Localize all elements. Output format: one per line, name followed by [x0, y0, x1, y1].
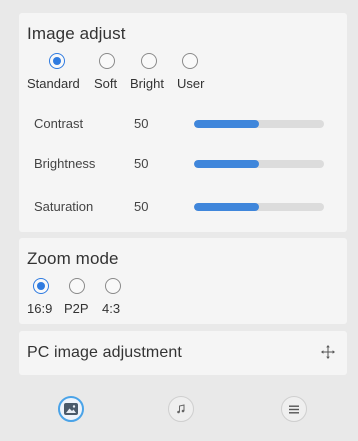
- preset-bright-label[interactable]: Bright: [130, 76, 164, 91]
- brightness-label: Brightness: [34, 156, 96, 171]
- preset-bright-radio[interactable]: [141, 53, 157, 69]
- zoom-p2p-radio[interactable]: [69, 278, 85, 294]
- preset-user-radio[interactable]: [182, 53, 198, 69]
- pc-image-adjustment-row[interactable]: PC image adjustment: [19, 331, 347, 375]
- preset-soft-label[interactable]: Soft: [94, 76, 117, 91]
- preset-soft-radio[interactable]: [99, 53, 115, 69]
- tab-audio[interactable]: [168, 396, 194, 422]
- saturation-row: Saturation 50: [19, 199, 347, 219]
- saturation-slider-fill: [194, 203, 259, 211]
- preset-standard-label[interactable]: Standard: [27, 76, 80, 91]
- brightness-slider-fill: [194, 160, 259, 168]
- preset-standard-radio[interactable]: [49, 53, 65, 69]
- zoom-option-group: 16:9 P2P 4:3: [19, 238, 347, 318]
- bottom-tab-bar: [0, 388, 358, 441]
- zoom-16-9-radio[interactable]: [33, 278, 49, 294]
- zoom-4-3-radio[interactable]: [105, 278, 121, 294]
- zoom-p2p-label[interactable]: P2P: [64, 301, 89, 316]
- brightness-value: 50: [134, 156, 149, 171]
- image-adjust-panel: Image adjust Standard Soft Bright User C…: [19, 13, 347, 232]
- zoom-4-3-label[interactable]: 4:3: [102, 301, 120, 316]
- move-icon[interactable]: [321, 345, 335, 359]
- saturation-slider[interactable]: [194, 203, 324, 211]
- zoom-mode-panel: Zoom mode 16:9 P2P 4:3: [19, 238, 347, 324]
- menu-icon: [289, 405, 299, 413]
- image-icon: [64, 403, 78, 415]
- contrast-slider[interactable]: [194, 120, 324, 128]
- tab-image[interactable]: [58, 396, 84, 422]
- preset-user-label[interactable]: User: [177, 76, 204, 91]
- saturation-label: Saturation: [34, 199, 94, 214]
- contrast-row: Contrast 50: [19, 116, 347, 136]
- tab-menu[interactable]: [281, 396, 307, 422]
- brightness-row: Brightness 50: [19, 156, 347, 176]
- contrast-slider-fill: [194, 120, 259, 128]
- music-icon: [177, 404, 185, 414]
- pc-image-adjustment-label: PC image adjustment: [27, 344, 182, 361]
- contrast-label: Contrast: [34, 116, 84, 131]
- contrast-value: 50: [134, 116, 149, 131]
- brightness-slider[interactable]: [194, 160, 324, 168]
- image-preset-group: Standard Soft Bright User: [19, 13, 347, 93]
- saturation-value: 50: [134, 199, 149, 214]
- zoom-16-9-label[interactable]: 16:9: [27, 301, 52, 316]
